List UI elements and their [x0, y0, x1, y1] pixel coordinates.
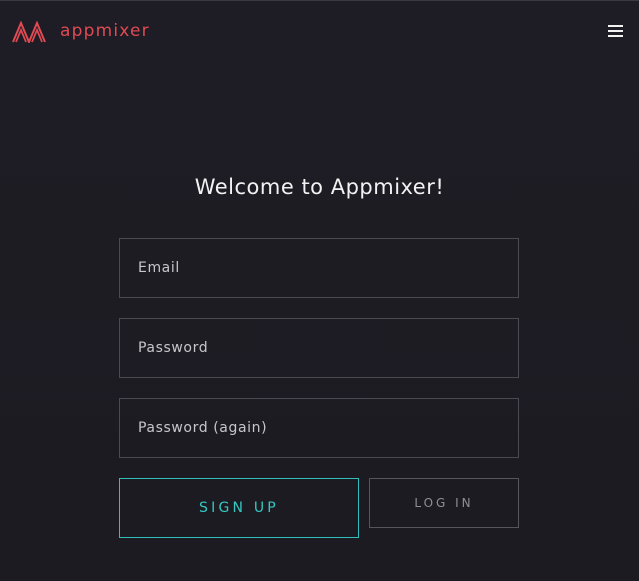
password-field[interactable]	[119, 318, 519, 378]
page-title: Welcome to Appmixer!	[194, 175, 445, 199]
logo-text: appmixer	[60, 21, 150, 41]
hamburger-menu-icon[interactable]	[608, 24, 623, 38]
log-in-button[interactable]: LOG IN	[369, 478, 519, 528]
top-bar: appmixer	[0, 1, 639, 61]
menu-line	[608, 30, 623, 32]
password-again-field[interactable]	[119, 398, 519, 458]
appmixer-logo-icon	[12, 21, 46, 43]
menu-line	[608, 35, 623, 37]
sign-up-button[interactable]: SIGN UP	[119, 478, 359, 538]
menu-line	[608, 25, 623, 27]
email-field[interactable]	[119, 238, 519, 298]
appmixer-logo[interactable]: appmixer	[12, 21, 150, 43]
signup-page: appmixer Welcome to Appmixer! SIGN UP LO…	[0, 0, 639, 581]
